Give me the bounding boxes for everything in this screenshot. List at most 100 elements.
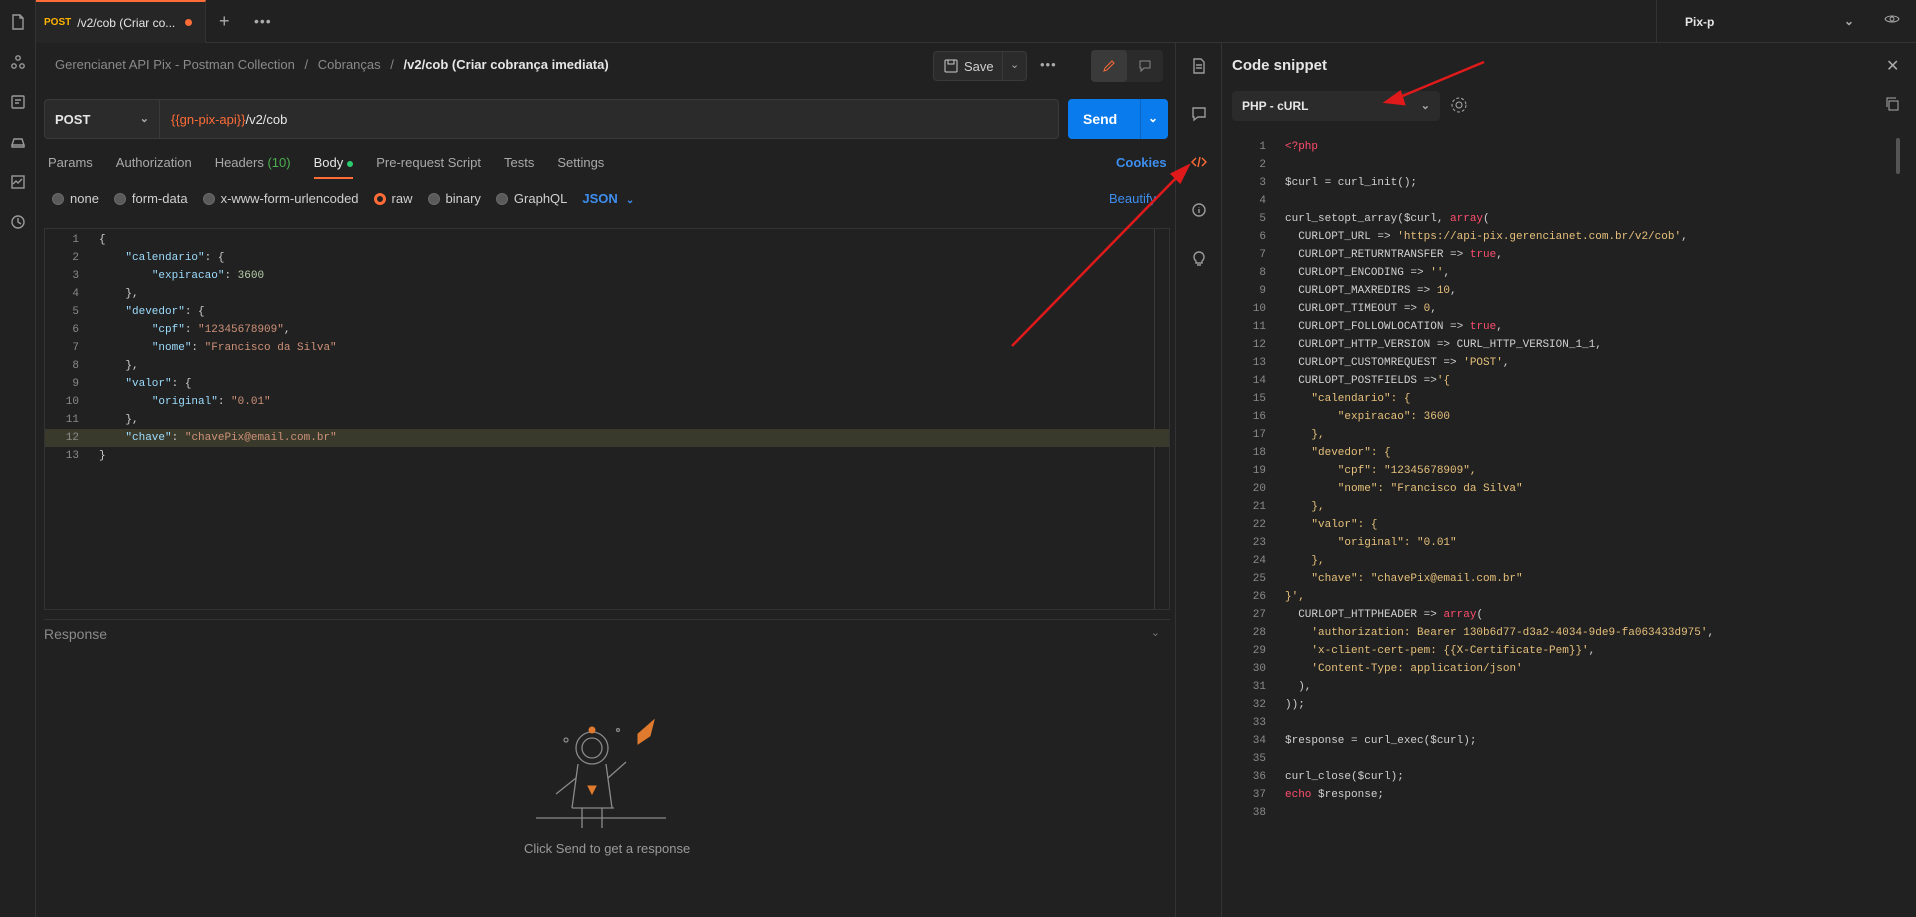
code-text: }, [125, 414, 139, 426]
save-disk-icon [944, 59, 958, 73]
snippet-code-line: 27 CURLOPT_HTTPHEADER => array( [1232, 606, 1896, 624]
close-icon[interactable]: ✕ [1886, 56, 1899, 76]
tab-more-icon[interactable]: ••• [254, 13, 272, 29]
body-type-none[interactable]: none [52, 191, 99, 206]
copy-icon[interactable] [1884, 96, 1900, 115]
line-number: 13 [65, 450, 79, 462]
snippet-title: Code snippet [1232, 57, 1328, 74]
snippet-language-select[interactable]: PHP - cURL ⌄ [1232, 91, 1440, 121]
comments-icon[interactable] [1190, 105, 1208, 123]
collections-icon[interactable] [8, 52, 28, 72]
snippet-code-line: 28 'authorization: Bearer 130b6d77-d3a2-… [1232, 624, 1896, 642]
snippet-code-line: 14 CURLOPT_POSTFIELDS =>'{ [1232, 372, 1896, 390]
body-type-graphql[interactable]: GraphQL [495, 191, 567, 206]
line-number: 19 [1252, 465, 1266, 477]
body-code-line: 5 "devedor": { [45, 303, 1169, 321]
environment-selector[interactable]: Pix-p ⌄ [1656, 0, 1912, 43]
body-format-value: JSON [582, 191, 618, 206]
line-number: 1 [1259, 141, 1266, 153]
snippet-code-line: 34 $response = curl_exec($curl); [1232, 732, 1896, 750]
tab-authorization[interactable]: Authorization [116, 155, 192, 177]
info-icon[interactable] [1190, 201, 1208, 219]
code-text: 'Content-Type: application/json' [1311, 663, 1523, 675]
snippet-code-line: 9 CURLOPT_MAXREDIRS => 10, [1232, 282, 1896, 300]
url-bar: POST ⌄ {{gn-pix-api}}/v2/cob [44, 99, 1059, 139]
tab-pre-request-script[interactable]: Pre-request Script [376, 155, 481, 177]
breadcrumb-folder[interactable]: Cobranças [318, 57, 381, 72]
line-number: 5 [1259, 213, 1266, 225]
url-input[interactable]: {{gn-pix-api}}/v2/cob [171, 112, 287, 127]
line-number: 21 [1252, 501, 1266, 513]
breadcrumb-collection[interactable]: Gerencianet API Pix - Postman Collection [55, 57, 295, 72]
request-tab[interactable]: POST /v2/cob (Criar co... [36, 0, 206, 43]
line-number: 4 [72, 288, 79, 300]
code-text: "nome": "Francisco da Silva" [1285, 483, 1523, 495]
beautify-link[interactable]: Beautify [1109, 191, 1156, 206]
send-options-chevron-icon[interactable]: ⌄ [1148, 111, 1158, 125]
lightbulb-icon[interactable] [1190, 249, 1208, 267]
method-select[interactable]: POST ⌄ [45, 100, 160, 138]
body-format-select[interactable]: JSON ⌄ [582, 191, 634, 206]
body-type-raw[interactable]: raw [373, 191, 413, 206]
cookies-link[interactable]: Cookies [1116, 155, 1167, 170]
headers-count: (10) [267, 155, 291, 170]
response-title: Response [44, 626, 108, 642]
line-number: 1 [72, 234, 79, 246]
edit-pencil-icon[interactable] [1091, 50, 1127, 82]
breadcrumb: Gerencianet API Pix - Postman Collection… [55, 57, 609, 72]
chevron-down-icon[interactable]: ⌄ [1151, 626, 1160, 639]
tab-settings[interactable]: Settings [557, 155, 604, 177]
environment-quick-look-eye-icon[interactable] [1884, 12, 1900, 29]
tab-headers[interactable]: Headers (10) [215, 155, 291, 177]
left-icon-rail [0, 0, 36, 917]
monitors-icon[interactable] [8, 172, 28, 192]
snippet-code-line: 24 }, [1232, 552, 1896, 570]
breadcrumb-request[interactable]: /v2/cob (Criar cobrança imediata) [404, 57, 609, 72]
line-number: 17 [1252, 429, 1266, 441]
body-type-radios: none form-data x-www-form-urlencoded raw… [52, 191, 634, 206]
save-button[interactable]: Save ⌄ [933, 51, 1027, 81]
response-hint: Click Send to get a response [524, 841, 691, 856]
snippet-code-line: 6 CURLOPT_URL => 'https://api-pix.gerenc… [1232, 228, 1896, 246]
line-number: 28 [1252, 627, 1266, 639]
request-more-icon[interactable]: ••• [1040, 57, 1057, 72]
chevron-down-icon: ⌄ [625, 195, 635, 206]
save-options-chevron-icon[interactable]: ⌄ [1010, 58, 1019, 71]
body-code-line: 2 "calendario": { [45, 249, 1169, 267]
line-number: 2 [1259, 159, 1266, 171]
snippet-code-line: 23 "original": "0.01" [1232, 534, 1896, 552]
apis-icon[interactable] [8, 92, 28, 112]
body-code-line: 10 "original": "0.01" [45, 393, 1169, 411]
line-number: 11 [1252, 321, 1266, 333]
snippet-code-line: 29 'x-client-cert-pem: {{X-Certificate-P… [1232, 642, 1896, 660]
body-type-urlencoded[interactable]: x-www-form-urlencoded [202, 191, 359, 206]
code-text: "cpf": "12345678909", [1285, 465, 1477, 477]
body-code-line: 4 }, [45, 285, 1169, 303]
body-type-form-data[interactable]: form-data [113, 191, 188, 206]
history-icon[interactable] [8, 212, 28, 232]
body-editor[interactable]: 1{2 "calendario": {3 "expiracao": 3600 4 … [44, 228, 1170, 610]
tab-params[interactable]: Params [48, 155, 93, 177]
code-text: "calendario": { [125, 252, 225, 264]
line-number: 33 [1252, 717, 1266, 729]
tab-body[interactable]: Body [313, 155, 354, 179]
code-snippet-icon[interactable] [1190, 153, 1208, 171]
tab-method: POST [44, 17, 72, 28]
body-code-line: 13} [45, 447, 1169, 465]
new-tab-plus-icon[interactable]: + [219, 11, 230, 32]
gear-icon[interactable] [1450, 96, 1468, 117]
line-number: 7 [1259, 249, 1266, 261]
environments-icon[interactable] [8, 132, 28, 152]
documentation-icon[interactable] [1190, 57, 1208, 75]
new-file-icon[interactable] [8, 12, 28, 32]
send-button[interactable]: Send ⌄ [1068, 99, 1168, 139]
tab-tests[interactable]: Tests [504, 155, 534, 177]
line-number: 8 [72, 360, 79, 372]
tab-label: Headers [214, 155, 264, 170]
snippet-code-line: 17 }, [1232, 426, 1896, 444]
comments-icon[interactable] [1127, 50, 1163, 82]
snippet-code-line: 33 [1232, 714, 1896, 732]
body-type-binary[interactable]: binary [427, 191, 481, 206]
snippet-scrollbar[interactable] [1896, 138, 1900, 174]
chevron-down-icon: ⌄ [1843, 14, 1854, 28]
